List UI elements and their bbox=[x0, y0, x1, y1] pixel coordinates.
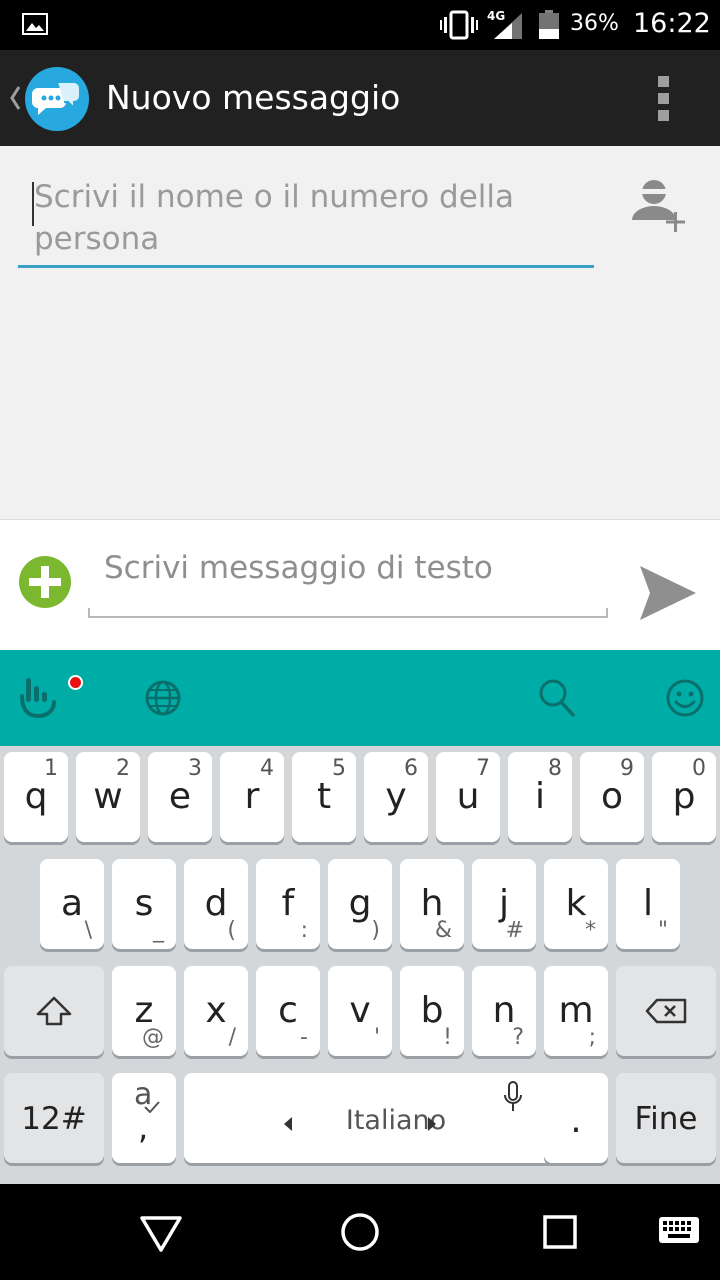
add-attachment-button[interactable] bbox=[18, 555, 72, 609]
suggestion-toggle-key[interactable]: a , bbox=[112, 1073, 176, 1163]
key-u[interactable]: 7u bbox=[436, 752, 500, 842]
send-button[interactable] bbox=[636, 562, 698, 624]
overflow-menu-icon[interactable] bbox=[652, 76, 676, 122]
navigation-bar bbox=[0, 1184, 720, 1280]
key-s[interactable]: s _ bbox=[112, 859, 176, 949]
key-p[interactable]: 0p bbox=[652, 752, 716, 842]
backspace-icon bbox=[645, 998, 687, 1024]
recipient-input[interactable]: Scrivi il nome o il numero della persona bbox=[18, 172, 594, 268]
battery-icon bbox=[539, 10, 559, 39]
image-notification-icon bbox=[22, 13, 48, 35]
action-bar: Nuovo messaggio bbox=[0, 50, 720, 146]
key-a[interactable]: a \ bbox=[40, 859, 104, 949]
period-key[interactable]: . bbox=[544, 1073, 608, 1163]
search-icon[interactable] bbox=[538, 678, 576, 718]
key-o[interactable]: 9o bbox=[580, 752, 644, 842]
key-w[interactable]: 2w bbox=[76, 752, 140, 842]
battery-percentage: 36% bbox=[570, 11, 619, 36]
recipient-placeholder: Scrivi il nome o il numero della persona bbox=[34, 179, 515, 257]
key-z[interactable]: z @ bbox=[112, 966, 176, 1056]
shift-key[interactable] bbox=[4, 966, 104, 1056]
keyboard-toolbar bbox=[0, 650, 720, 746]
key-q[interactable]: 1q bbox=[4, 752, 68, 842]
key-i[interactable]: 8i bbox=[508, 752, 572, 842]
backspace-key[interactable] bbox=[616, 966, 716, 1056]
keyboard: 1q 2w 3e 4r 5t 6y 7u 8i 9o 0p a \ s _ d( f… bbox=[0, 746, 720, 1184]
shift-arrow-icon bbox=[36, 996, 72, 1026]
key-t[interactable]: 5t bbox=[292, 752, 356, 842]
key-c[interactable]: c- bbox=[256, 966, 320, 1056]
key-e[interactable]: 3e bbox=[148, 752, 212, 842]
vibrate-icon bbox=[440, 10, 478, 40]
messaging-app-logo[interactable] bbox=[24, 66, 90, 132]
back-triangle-icon[interactable] bbox=[139, 1214, 183, 1254]
key-j[interactable]: j # bbox=[472, 859, 536, 949]
done-key[interactable]: Fine bbox=[616, 1073, 716, 1163]
key-n[interactable]: n? bbox=[472, 966, 536, 1056]
page-title: Nuovo messaggio bbox=[106, 78, 401, 117]
key-b[interactable]: b! bbox=[400, 966, 464, 1056]
chevron-right-icon bbox=[428, 1117, 436, 1131]
home-circle-icon[interactable] bbox=[340, 1212, 380, 1252]
key-r[interactable]: 4r bbox=[220, 752, 284, 842]
compose-bar: Scrivi messaggio di testo bbox=[0, 519, 720, 650]
key-f[interactable]: f: bbox=[256, 859, 320, 949]
status-bar: 4G 36% 16:22 bbox=[0, 0, 720, 50]
notification-dot bbox=[68, 675, 83, 690]
emoji-icon[interactable] bbox=[665, 678, 705, 718]
globe-icon[interactable] bbox=[144, 679, 182, 717]
signal-icon bbox=[494, 13, 522, 39]
chevron-left-icon[interactable] bbox=[8, 84, 22, 112]
key-v[interactable]: v ' bbox=[328, 966, 392, 1056]
key-m[interactable]: m; bbox=[544, 966, 608, 1056]
add-contact-icon[interactable] bbox=[628, 174, 690, 236]
recipient-area: Scrivi il nome o il numero della persona bbox=[0, 146, 720, 519]
message-input[interactable]: Scrivi messaggio di testo bbox=[88, 540, 608, 618]
recent-apps-icon[interactable] bbox=[542, 1214, 578, 1250]
key-y[interactable]: 6y bbox=[364, 752, 428, 842]
key-x[interactable]: x / bbox=[184, 966, 248, 1056]
symbols-key[interactable]: 12# bbox=[4, 1073, 104, 1163]
keyboard-switch-icon[interactable] bbox=[658, 1216, 700, 1246]
key-k[interactable]: k * bbox=[544, 859, 608, 949]
key-d[interactable]: d( bbox=[184, 859, 248, 949]
clock: 16:22 bbox=[633, 8, 711, 39]
microphone-icon bbox=[504, 1081, 522, 1111]
touchpal-hand-icon[interactable] bbox=[16, 674, 58, 720]
key-h[interactable]: h & bbox=[400, 859, 464, 949]
key-g[interactable]: g) bbox=[328, 859, 392, 949]
key-l[interactable]: l " bbox=[616, 859, 680, 949]
message-placeholder: Scrivi messaggio di testo bbox=[104, 550, 493, 586]
